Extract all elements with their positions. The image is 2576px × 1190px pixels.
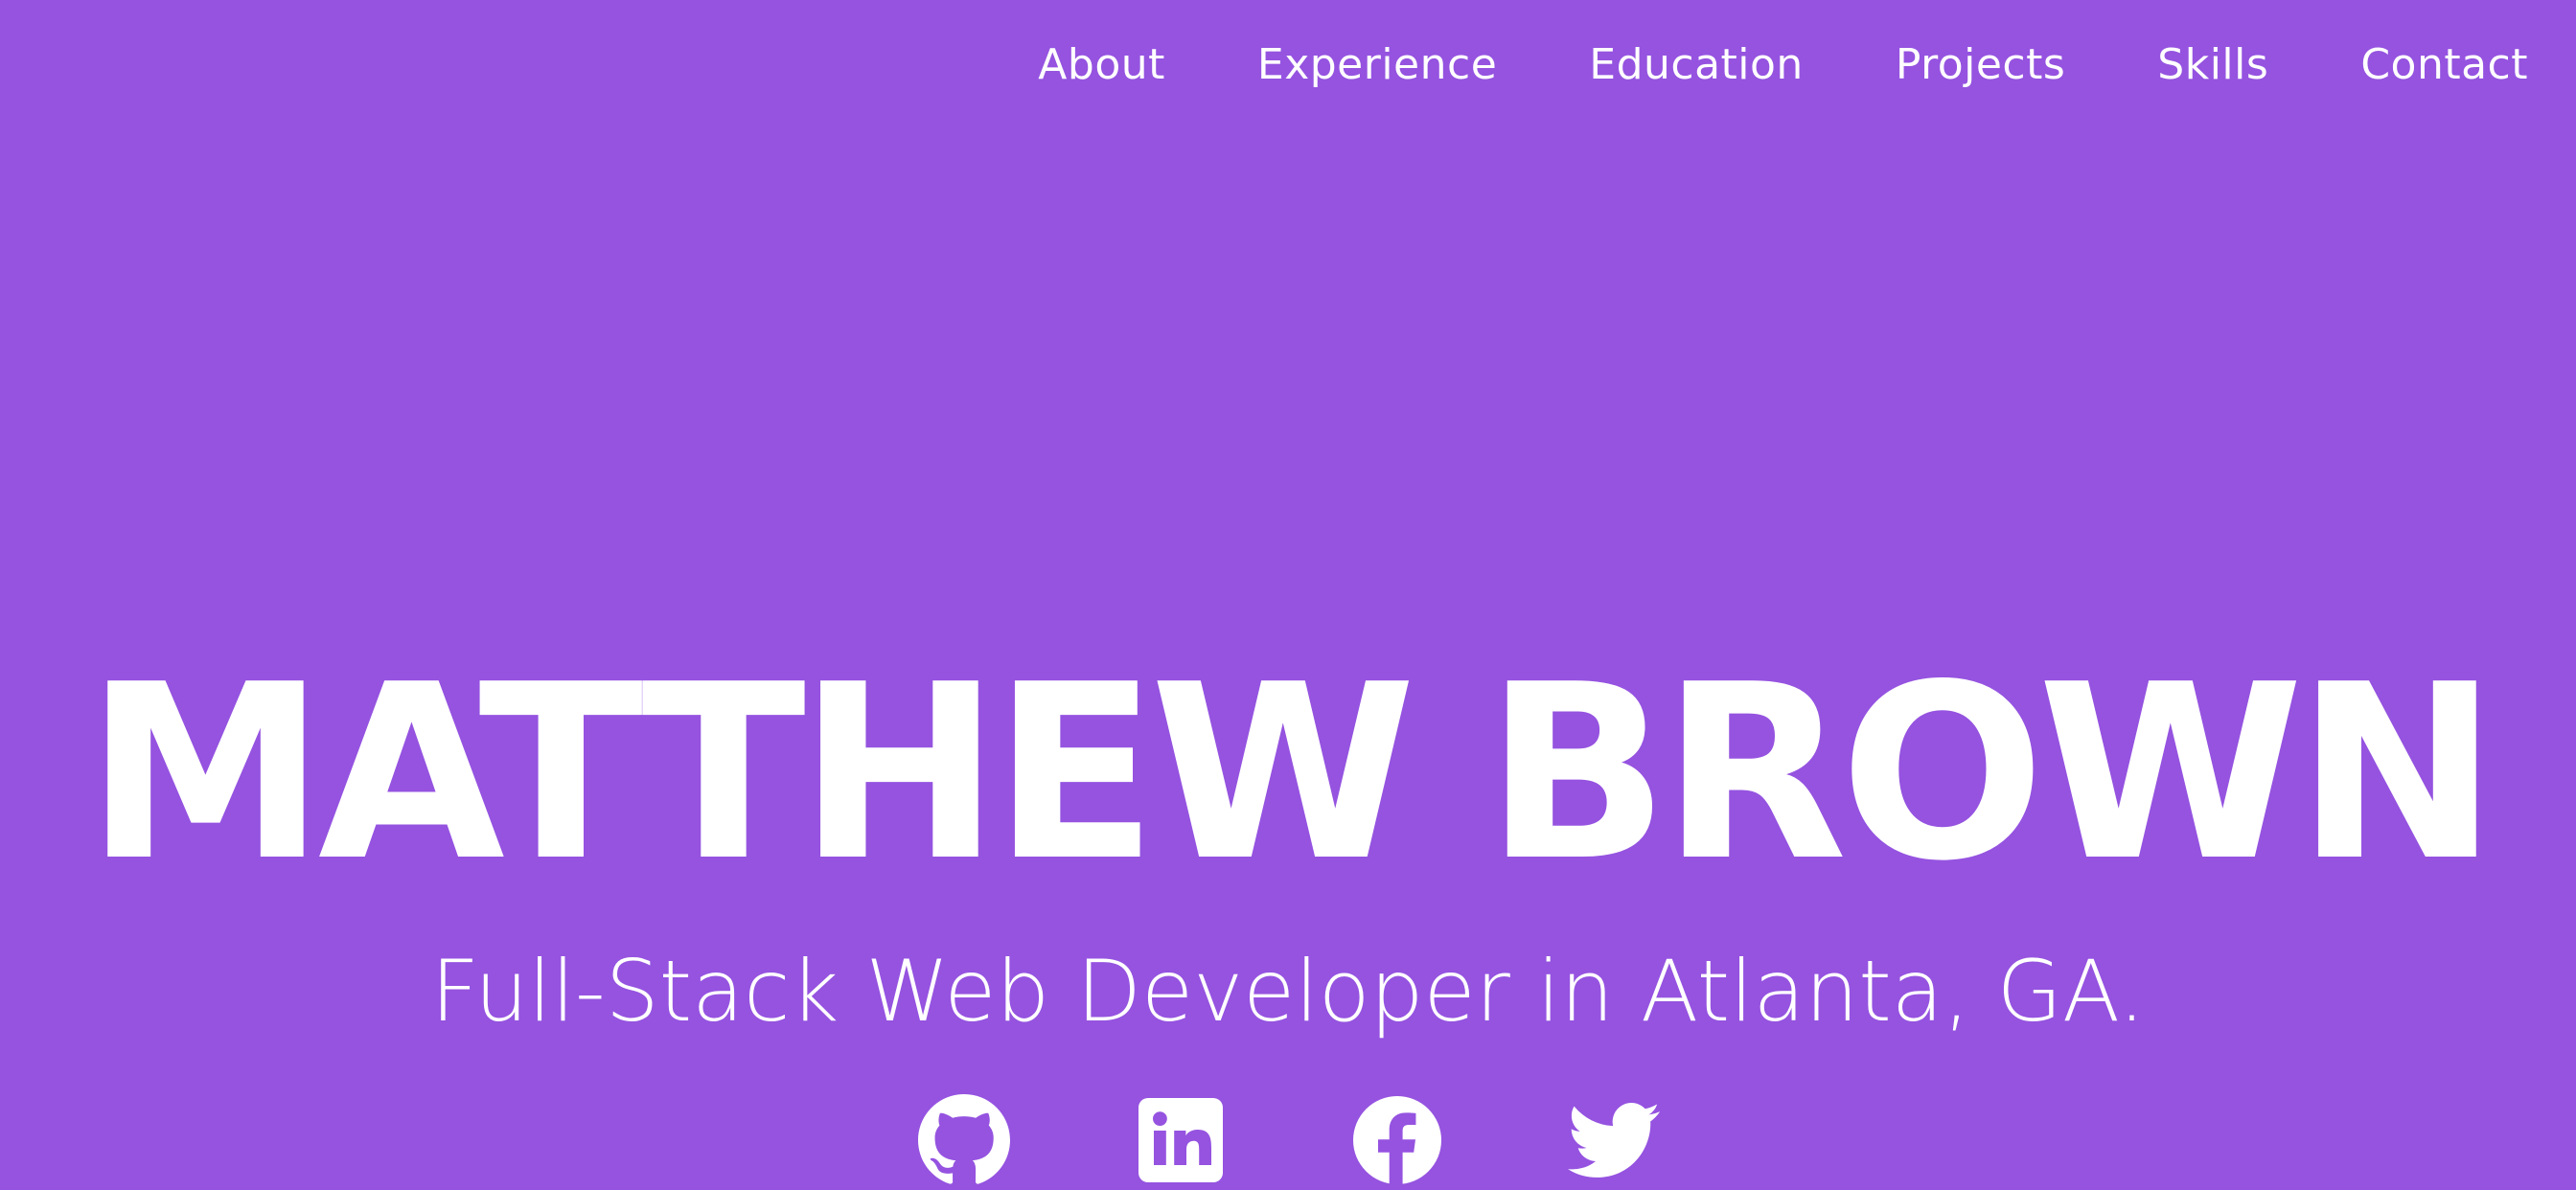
hero-name: MATTHEW BROWN [85,633,2498,914]
hero-subtitle: Full-Stack Web Developer in Atlanta, GA. [430,942,2146,1041]
linkedin-link[interactable] [1135,1094,1227,1186]
twitter-icon [1568,1103,1660,1178]
twitter-link[interactable] [1568,1094,1660,1186]
page: About Experience Education Projects Skil… [0,0,2576,1190]
social-links [918,1094,1660,1186]
nav-item-about[interactable]: About [1038,36,1165,94]
facebook-link[interactable] [1351,1094,1443,1186]
nav-item-education[interactable]: Education [1589,36,1804,94]
facebook-icon [1353,1096,1441,1186]
nav-item-projects[interactable]: Projects [1896,36,2065,94]
nav-item-contact[interactable]: Contact [2360,36,2528,94]
nav-list: About Experience Education Projects Skil… [1038,36,2528,94]
github-link[interactable] [918,1094,1010,1186]
nav-item-skills[interactable]: Skills [2157,36,2268,94]
linkedin-icon [1138,1098,1223,1182]
nav-item-experience[interactable]: Experience [1257,36,1497,94]
github-icon [918,1094,1010,1184]
